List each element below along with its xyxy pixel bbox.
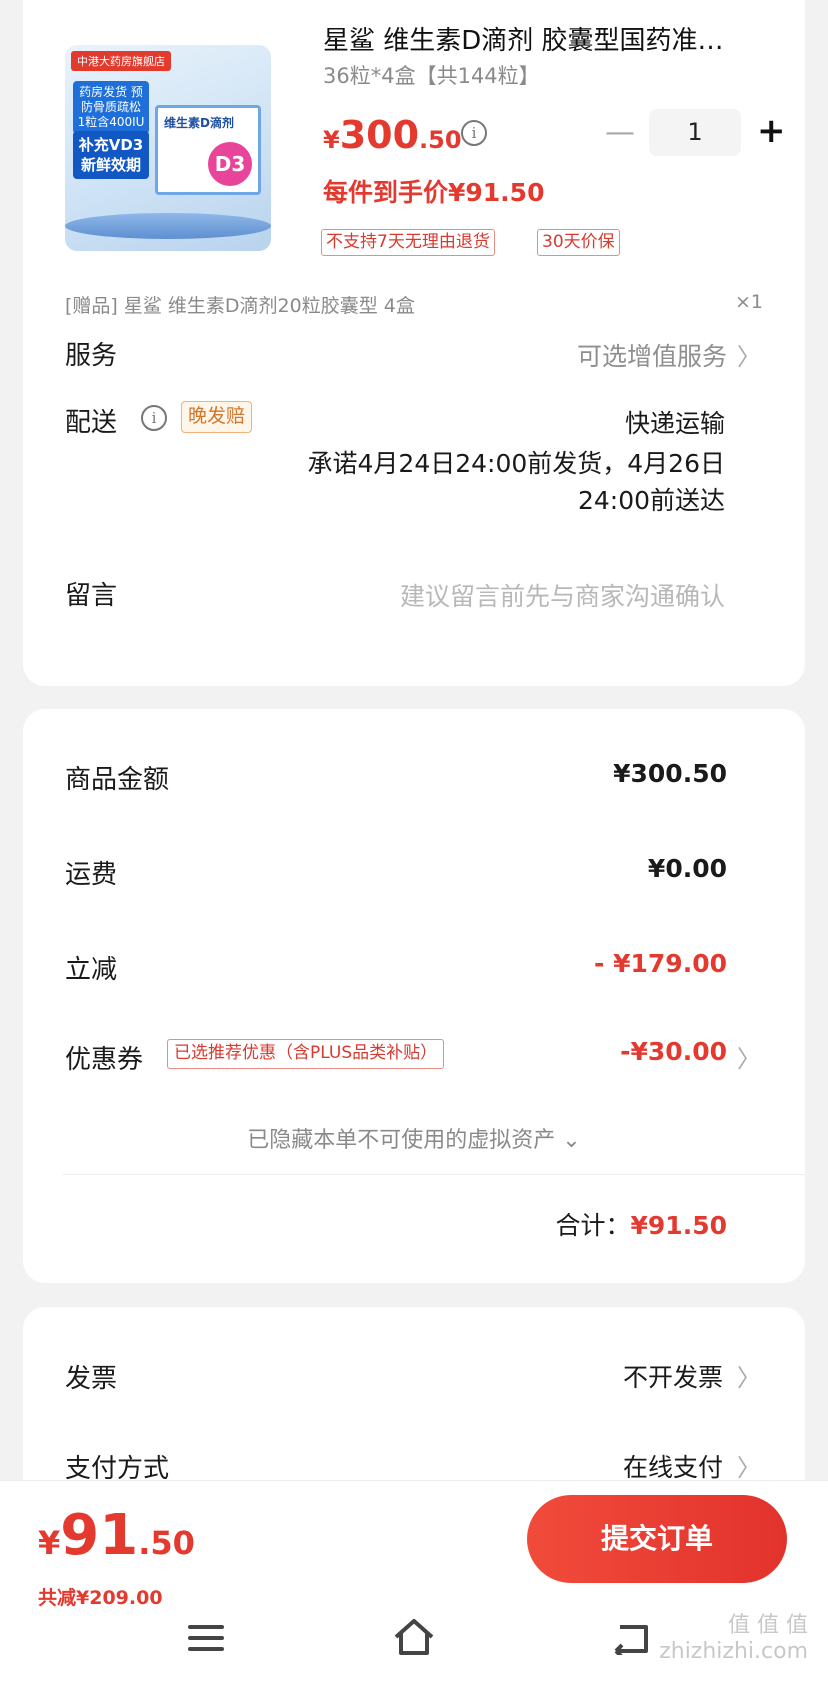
goods-amount-label: 商品金额 <box>65 765 170 795</box>
price-protect-tag: 30天价保 <box>537 229 620 256</box>
hidden-assets-toggle[interactable]: 已隐藏本单不可使用的虚拟资产 ⌄ <box>23 1122 805 1154</box>
instant-discount-value: - ¥179.00 <box>594 949 727 978</box>
info-icon[interactable]: i <box>141 405 167 431</box>
delivery-method: 快递运输 <box>624 409 725 438</box>
back-icon[interactable] <box>612 1623 652 1655</box>
checkout-currency: ¥ <box>38 1524 61 1562</box>
price-integer: 300 <box>339 113 420 157</box>
divider <box>63 1174 805 1175</box>
order-confirmation-page: 中港大药房旗舰店 药房发货 预防骨质疏松 1粒含400IU 补充VD3 新鲜效期… <box>0 0 828 1691</box>
shipping-fee-label: 运费 <box>65 860 118 890</box>
product-title[interactable]: 星鲨 维生素D滴剂 胶囊型国药准… <box>323 20 791 57</box>
product-badge-vd3: 补充VD3 新鲜效期 <box>73 131 149 179</box>
message-label: 留言 <box>65 581 118 611</box>
product-image[interactable]: 中港大药房旗舰店 药房发货 预防骨质疏松 1粒含400IU 补充VD3 新鲜效期… <box>65 45 271 251</box>
product-spec: 36粒*4盒【共144粒】 <box>323 64 540 88</box>
product-stage-graphic <box>65 213 271 239</box>
chevron-right-icon[interactable]: 〉 <box>737 1358 761 1393</box>
instant-discount-label: 立减 <box>65 955 118 985</box>
info-icon[interactable]: i <box>461 120 487 146</box>
payment-method-value[interactable]: 在线支付 <box>623 1448 723 1484</box>
order-total: 合计：¥91.50 <box>556 1206 728 1242</box>
box-title: 维生素D滴剂 <box>164 116 234 130</box>
delivery-label: 配送 <box>65 408 118 438</box>
shipping-fee-value: ¥0.00 <box>647 854 727 883</box>
coupon-value[interactable]: -¥30.00 <box>620 1037 727 1066</box>
late-compensation-tag: 晚发赔 <box>181 401 253 433</box>
quantity-decrease-button[interactable]: — <box>605 118 635 148</box>
price-decimal: .50 <box>419 126 462 154</box>
home-icon[interactable] <box>392 1617 436 1657</box>
invoice-label: 发票 <box>65 1364 118 1394</box>
checkout-total: ¥91.50 <box>38 1503 195 1568</box>
chevron-right-icon[interactable]: 〉 <box>737 337 761 372</box>
product-badge: 药房发货 预防骨质疏松 1粒含400IU <box>73 81 149 134</box>
chevron-right-icon[interactable]: 〉 <box>737 1448 761 1483</box>
final-unit-price: 每件到手价¥91.50 <box>323 178 545 207</box>
product-box-graphic: 维生素D滴剂 D3 <box>155 105 261 195</box>
product-card: 中港大药房旗舰店 药房发货 预防骨质疏松 1粒含400IU 补充VD3 新鲜效期… <box>23 0 805 686</box>
gift-item: [赠品] 星鲨 维生素D滴剂20粒胶囊型 4盒 <box>65 295 415 317</box>
message-input[interactable]: 建议留言前先与商家沟通确认 <box>400 577 725 613</box>
menu-icon[interactable] <box>188 1625 224 1655</box>
quantity-increase-button[interactable]: + <box>757 114 786 148</box>
watermark: 值 值 值 zhizhizhi.com <box>659 1613 808 1664</box>
quantity-input[interactable]: 1 <box>649 109 741 156</box>
gift-quantity: ×1 <box>734 291 763 313</box>
total-value: ¥91.50 <box>630 1211 727 1240</box>
no-return-tag: 不支持7天无理由退货 <box>321 229 495 256</box>
product-price: ¥300.50 <box>323 113 462 157</box>
total-label: 合计： <box>555 1211 631 1240</box>
system-nav-bar: 值 值 值 zhizhizhi.com <box>0 1595 828 1691</box>
store-label: 中港大药房旗舰店 <box>71 51 171 71</box>
price-currency: ¥ <box>323 126 340 154</box>
delivery-promise: 承诺4月24日24:00前发货，4月26日24:00前送达 <box>307 449 725 515</box>
d3-mark: D3 <box>208 142 252 186</box>
price-summary-card: 商品金额 ¥300.50 运费 ¥0.00 立减 - ¥179.00 优惠券 已… <box>23 709 805 1283</box>
service-value[interactable]: 可选增值服务 <box>577 337 727 373</box>
checkout-price-decimal: .50 <box>138 1524 195 1562</box>
submit-order-button[interactable]: 提交订单 <box>527 1495 787 1583</box>
coupon-tag: 已选推荐优惠（含PLUS品类补贴） <box>167 1039 445 1069</box>
service-label: 服务 <box>65 341 118 371</box>
invoice-value[interactable]: 不开发票 <box>623 1358 723 1394</box>
checkout-price-integer: 91 <box>60 1503 139 1568</box>
goods-amount-value: ¥300.50 <box>613 759 727 788</box>
coupon-label: 优惠券 <box>65 1045 144 1075</box>
chevron-right-icon[interactable]: 〉 <box>737 1039 761 1074</box>
